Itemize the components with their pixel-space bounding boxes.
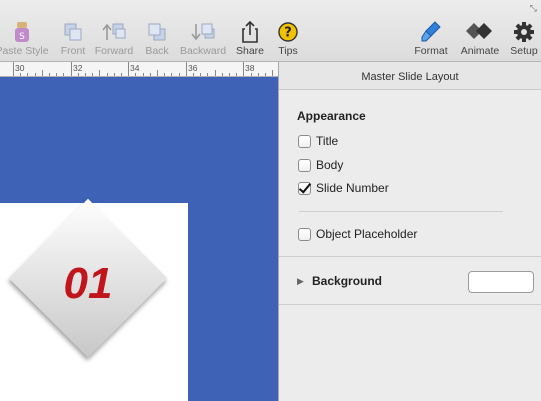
ruler-tick xyxy=(243,62,244,76)
ruler-tick xyxy=(85,73,86,76)
object-placeholder-checkbox[interactable] xyxy=(298,227,311,241)
slide-number-checkbox[interactable] xyxy=(298,181,311,195)
ruler-label: 34 xyxy=(130,63,140,73)
ruler-label: 36 xyxy=(188,63,198,73)
ruler-tick xyxy=(35,73,36,76)
share-button[interactable]: Share xyxy=(234,20,266,60)
animate-button[interactable]: Animate xyxy=(458,20,502,60)
ruler-tick xyxy=(157,70,158,76)
appearance-heading: Appearance xyxy=(297,109,366,123)
ruler-tick xyxy=(215,70,216,76)
slide-number-placeholder[interactable]: 01 xyxy=(28,259,148,309)
ruler-tick xyxy=(42,70,43,76)
ruler-tick xyxy=(20,73,21,76)
master-slide[interactable]: 01 xyxy=(0,198,188,401)
ruler-label: 32 xyxy=(73,63,83,73)
paste-style-button[interactable]: S Paste Style xyxy=(0,20,50,60)
inspector-title: Master Slide Layout xyxy=(279,62,541,90)
background-label[interactable]: Background xyxy=(312,274,382,288)
ruler-tick xyxy=(200,73,201,76)
ruler-tick xyxy=(143,73,144,76)
ruler-tick xyxy=(107,73,108,76)
ruler-tick xyxy=(78,73,79,76)
ruler-tick xyxy=(265,73,266,76)
ruler-tick xyxy=(258,73,259,76)
ruler-tick xyxy=(251,73,252,76)
title-checkbox-label: Title xyxy=(316,134,339,148)
ruler-tick xyxy=(150,73,151,76)
ruler-tick xyxy=(164,73,165,76)
ruler-label: 30 xyxy=(15,63,25,73)
back-button[interactable]: Back xyxy=(142,20,172,60)
ruler-tick xyxy=(114,73,115,76)
inspector-panel: Master Slide Layout Appearance Title Bod… xyxy=(278,62,541,401)
front-icon xyxy=(56,20,90,44)
gear-icon xyxy=(508,20,540,44)
divider xyxy=(279,304,541,305)
svg-text:?: ? xyxy=(284,26,292,41)
ruler-tick xyxy=(27,73,28,76)
object-placeholder-checkbox-row[interactable]: Object Placeholder xyxy=(298,226,417,242)
format-button[interactable]: Format xyxy=(412,20,450,60)
paste-style-icon: S xyxy=(0,20,50,44)
fullscreen-icon[interactable]: ⤡ xyxy=(530,3,537,14)
forward-icon xyxy=(93,20,135,44)
question-mark-icon: ? xyxy=(274,20,302,44)
body-checkbox-label: Body xyxy=(316,158,344,172)
ruler-tick xyxy=(56,73,57,76)
ruler-tick xyxy=(171,73,172,76)
ruler-tick xyxy=(71,62,72,76)
divider xyxy=(299,211,503,212)
slide-number-checkbox-label: Slide Number xyxy=(316,181,389,195)
disclosure-triangle-icon[interactable]: ▶ xyxy=(297,276,304,287)
animate-diamonds-icon xyxy=(458,20,502,44)
slide-number-checkbox-row[interactable]: Slide Number xyxy=(298,180,389,196)
ruler-label: 38 xyxy=(245,63,255,73)
ruler-tick xyxy=(207,73,208,76)
ruler-tick xyxy=(229,73,230,76)
toolbar: ⤡ S Paste Style Front Forward Back Backw… xyxy=(0,0,541,62)
ruler-tick xyxy=(49,73,50,76)
backward-button[interactable]: Backward xyxy=(178,20,228,60)
ruler-tick xyxy=(222,73,223,76)
body-checkbox-row[interactable]: Body xyxy=(298,157,343,173)
ruler-tick xyxy=(63,73,64,76)
ruler-tick xyxy=(13,62,14,76)
object-placeholder-checkbox-label: Object Placeholder xyxy=(316,227,418,241)
ruler-tick xyxy=(236,73,237,76)
ruler-tick xyxy=(179,73,180,76)
divider xyxy=(279,256,541,257)
ruler-tick xyxy=(193,73,194,76)
ruler-tick xyxy=(128,62,129,76)
ruler-tick xyxy=(99,70,100,76)
slide-canvas[interactable]: 01 xyxy=(0,77,278,401)
ruler-tick xyxy=(186,62,187,76)
tips-button[interactable]: ? Tips xyxy=(274,20,302,60)
title-checkbox-row[interactable]: Title xyxy=(298,133,338,149)
ruler-tick xyxy=(272,70,273,76)
background-color-well[interactable] xyxy=(468,271,534,293)
title-checkbox[interactable] xyxy=(298,134,311,148)
ruler-tick xyxy=(135,73,136,76)
svg-text:S: S xyxy=(19,32,25,42)
front-button[interactable]: Front xyxy=(56,20,90,60)
body-checkbox[interactable] xyxy=(298,158,311,172)
share-icon xyxy=(234,20,266,44)
paintbrush-icon xyxy=(412,20,450,44)
horizontal-ruler: 30 32 34 36 38 xyxy=(0,62,278,77)
back-icon xyxy=(142,20,172,44)
forward-button[interactable]: Forward xyxy=(93,20,135,60)
ruler-tick xyxy=(92,73,93,76)
ruler-tick xyxy=(121,73,122,76)
setup-button[interactable]: Setup xyxy=(508,20,540,60)
backward-icon xyxy=(178,20,228,44)
